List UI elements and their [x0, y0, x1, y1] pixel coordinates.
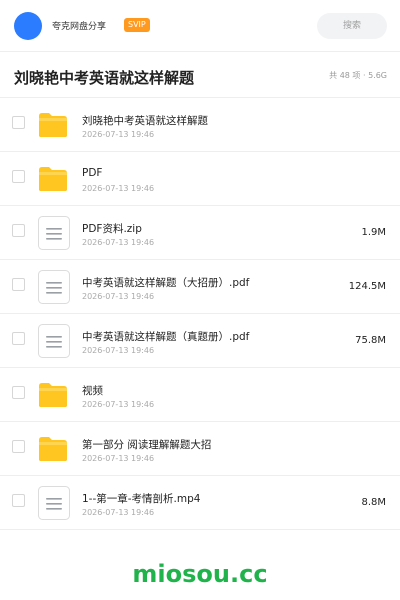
- file-row[interactable]: 中考英语就这样解题（真题册）.pdf 2026-07-13 19:46 75.8M: [0, 314, 400, 368]
- file-name[interactable]: 中考英语就这样解题（真题册）.pdf: [82, 329, 249, 344]
- file-list: 刘晓艳中考英语就这样解题 2026-07-13 19:46 PDF 2026-07-…: [0, 98, 400, 530]
- file-name[interactable]: 视频: [82, 383, 103, 398]
- file-row[interactable]: 中考英语就这样解题（大招册）.pdf 2026-07-13 19:46 124.5M: [0, 260, 400, 314]
- file-size: 8.8M: [361, 497, 386, 508]
- document-icon: [38, 486, 70, 520]
- document-icon: [38, 270, 70, 304]
- page-title: 刘晓艳中考英语就这样解题: [14, 69, 195, 87]
- file-row[interactable]: 视频 2026-07-13 19:46: [0, 368, 400, 422]
- svip-badge: SVIP: [124, 18, 150, 32]
- file-date: 2026-07-13 19:46: [82, 184, 155, 193]
- brand-label: 夸克网盘分享: [52, 22, 107, 32]
- file-date: 2026-07-13 19:46: [82, 508, 155, 517]
- document-icon: [38, 216, 70, 250]
- share-header: 刘晓艳中考英语就这样解题 共 48 项 · 5.6G: [0, 52, 400, 98]
- file-date: 2026-07-13 19:46: [82, 454, 155, 463]
- file-date: 2026-07-13 19:46: [82, 292, 155, 301]
- file-name[interactable]: PDF资料.zip: [82, 221, 142, 236]
- select-checkbox[interactable]: [12, 116, 25, 129]
- select-checkbox[interactable]: [12, 332, 25, 345]
- file-date: 2026-07-13 19:46: [82, 400, 155, 409]
- select-checkbox[interactable]: [12, 170, 25, 183]
- file-row[interactable]: 第一部分 阅读理解解题大招 2026-07-13 19:46: [0, 422, 400, 476]
- select-checkbox[interactable]: [12, 224, 25, 237]
- file-size: 124.5M: [348, 281, 386, 292]
- search-input[interactable]: [317, 13, 387, 39]
- file-name[interactable]: 1--第一章-考情剖析.mp4: [82, 491, 200, 506]
- file-name[interactable]: PDF: [82, 167, 102, 179]
- file-name[interactable]: 刘晓艳中考英语就这样解题: [82, 113, 208, 128]
- file-name[interactable]: 第一部分 阅读理解解题大招: [82, 437, 211, 452]
- select-checkbox[interactable]: [12, 386, 25, 399]
- file-name[interactable]: 中考英语就这样解题（大招册）.pdf: [82, 275, 249, 290]
- top-bar: 夸克网盘分享 SVIP: [0, 0, 400, 52]
- document-icon: [38, 324, 70, 358]
- select-checkbox[interactable]: [12, 494, 25, 507]
- file-size: 75.8M: [355, 335, 386, 346]
- select-checkbox[interactable]: [12, 440, 25, 453]
- folder-icon: [38, 432, 70, 466]
- file-size: 1.9M: [361, 227, 386, 238]
- file-row[interactable]: PDF资料.zip 2026-07-13 19:46 1.9M: [0, 206, 400, 260]
- file-date: 2026-07-13 19:46: [82, 238, 155, 247]
- folder-icon: [38, 162, 70, 196]
- file-date: 2026-07-13 19:46: [82, 346, 155, 355]
- item-summary: 共 48 项 · 5.6G: [329, 71, 387, 80]
- avatar[interactable]: [14, 12, 42, 40]
- folder-icon: [38, 378, 70, 412]
- select-checkbox[interactable]: [12, 278, 25, 291]
- watermark: miosou.cc: [132, 560, 268, 588]
- file-row[interactable]: PDF 2026-07-13 19:46: [0, 152, 400, 206]
- folder-icon: [38, 108, 70, 142]
- file-row[interactable]: 1--第一章-考情剖析.mp4 2026-07-13 19:46 8.8M: [0, 476, 400, 530]
- file-row[interactable]: 刘晓艳中考英语就这样解题 2026-07-13 19:46: [0, 98, 400, 152]
- file-date: 2026-07-13 19:46: [82, 130, 155, 139]
